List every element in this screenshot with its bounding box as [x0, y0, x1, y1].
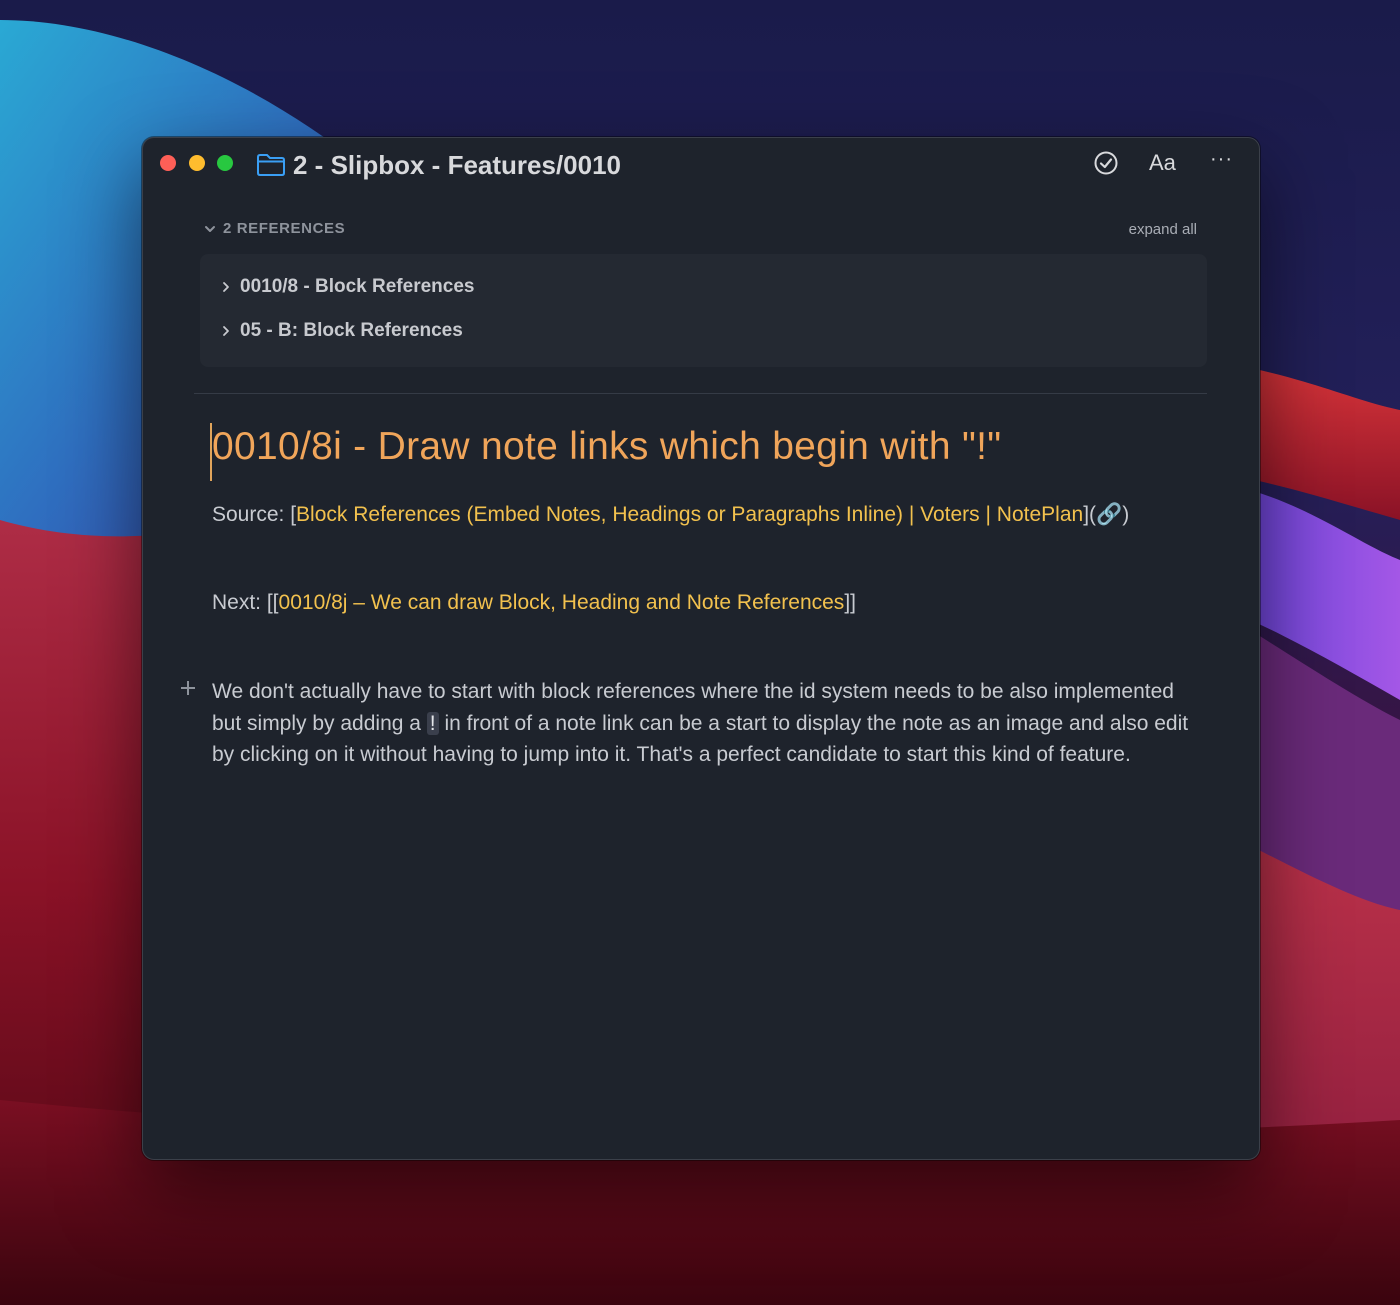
window-title: 2 - Slipbox - Features/0010 — [293, 150, 622, 180]
next-prefix: Next: [[ — [212, 591, 279, 614]
references-header: 2 REFERENCES — [223, 220, 346, 237]
chevron-down-icon — [205, 225, 215, 232]
note-title[interactable]: 0010/8i - Draw note links which begin wi… — [212, 425, 1001, 469]
references-toggle[interactable]: 2 REFERENCES — [203, 220, 345, 237]
reference-item[interactable]: 0010/8 - Block References — [220, 276, 474, 298]
references-list: 0010/8 - Block References 05 - B: Block … — [200, 254, 1207, 367]
note-paragraph[interactable]: We don't actually have to start with blo… — [212, 676, 1202, 771]
link-icon[interactable]: 🔗 — [1096, 503, 1122, 526]
note-window: 2 - Slipbox - Features/0010 Aa ··· 2 REF… — [142, 137, 1260, 1160]
next-note-link[interactable]: 0010/8j – We can draw Block, Heading and… — [279, 591, 845, 614]
expand-all-link[interactable]: expand all — [1129, 221, 1197, 238]
reference-item[interactable]: 05 - B: Block References — [220, 320, 463, 342]
add-block-icon[interactable] — [179, 679, 197, 697]
reference-label: 05 - B: Block References — [240, 320, 463, 341]
references-divider — [194, 393, 1207, 394]
chevron-right-icon — [223, 326, 229, 336]
minimize-window-button[interactable] — [189, 155, 205, 171]
source-prefix: Source: [ — [212, 503, 297, 526]
next-line[interactable]: Next: [[0010/8j – We can draw Block, Hea… — [212, 591, 856, 615]
zoom-window-button[interactable] — [217, 155, 233, 171]
close-window-button[interactable] — [160, 155, 176, 171]
reference-label: 0010/8 - Block References — [240, 276, 475, 297]
source-end: ) — [1122, 503, 1130, 526]
source-suffix: ]( — [1083, 503, 1097, 526]
inline-code: ! — [426, 711, 439, 735]
chevron-right-icon — [223, 282, 229, 292]
font-settings-button[interactable]: Aa — [1149, 150, 1176, 176]
more-options-button[interactable]: ··· — [1210, 148, 1233, 171]
folder-icon — [257, 154, 285, 176]
next-suffix: ]] — [844, 591, 856, 614]
check-circle-icon[interactable] — [1093, 150, 1119, 176]
source-line[interactable]: Source: [Block References (Embed Notes, … — [212, 503, 1129, 527]
source-link[interactable]: Block References (Embed Notes, Headings … — [296, 503, 1083, 526]
